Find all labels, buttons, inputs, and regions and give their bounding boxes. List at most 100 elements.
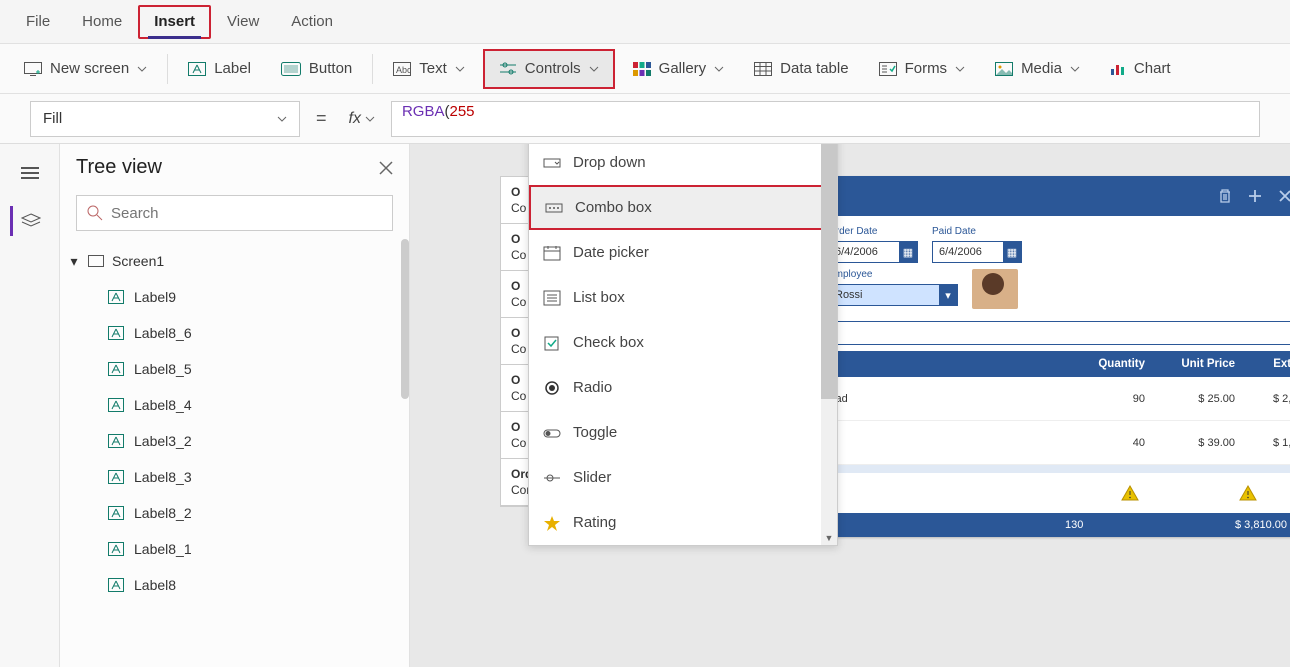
- tree-node-label[interactable]: Label9: [64, 279, 409, 315]
- order-date-picker[interactable]: 6/4/2006 ▦: [828, 241, 918, 263]
- rail-hamburger[interactable]: [10, 158, 50, 188]
- ribbon-data-table-label: Data table: [780, 60, 848, 77]
- scroll-down-icon[interactable]: ▼: [821, 531, 837, 545]
- ribbon-gallery-label: Gallery: [659, 60, 707, 77]
- chevron-down-icon: [714, 64, 724, 74]
- scrollbar[interactable]: ▲ ▼: [821, 144, 837, 545]
- gallery-icon: [633, 62, 651, 76]
- ribbon-label[interactable]: Label: [174, 44, 265, 94]
- ribbon-new-screen[interactable]: New screen: [10, 44, 161, 94]
- controls-menu-slider[interactable]: Slider: [529, 455, 837, 500]
- tree-node-label[interactable]: Label3_2: [64, 423, 409, 459]
- table-icon: [754, 62, 772, 76]
- ribbon-gallery[interactable]: Gallery: [619, 44, 739, 94]
- ribbon-button-label: Button: [309, 60, 352, 77]
- controls-menu-date-picker[interactable]: Date picker: [529, 230, 837, 275]
- ribbon: New screen Label Button Abc Text Control…: [0, 44, 1290, 94]
- canvas[interactable]: OCoOCoOCoOCoOCoOCoOrder 0932Company KNew…: [410, 144, 1290, 667]
- paid-date-picker[interactable]: 6/4/2006 ▦: [932, 241, 1022, 263]
- avatar: [972, 269, 1018, 309]
- svg-text:Abc: Abc: [396, 65, 411, 75]
- ribbon-data-table[interactable]: Data table: [740, 44, 862, 94]
- scrollbar-thumb[interactable]: [821, 144, 837, 399]
- chevron-down-icon: [137, 64, 147, 74]
- property-selector[interactable]: Fill: [30, 101, 300, 137]
- menu-view[interactable]: View: [211, 0, 275, 44]
- col-qty: Quantity: [1065, 358, 1145, 370]
- ribbon-controls[interactable]: Controls: [483, 49, 615, 89]
- chart-icon: [1110, 62, 1126, 76]
- divider: [167, 54, 168, 84]
- search-input[interactable]: [111, 205, 382, 222]
- controls-menu-rating[interactable]: Rating: [529, 500, 837, 545]
- menu-home[interactable]: Home: [66, 0, 138, 44]
- property-name: Fill: [43, 110, 62, 127]
- warning-icon: [1239, 485, 1257, 501]
- ribbon-chart-label: Chart: [1134, 60, 1171, 77]
- ribbon-text-label: Text: [419, 60, 447, 77]
- employee-select[interactable]: Rossi ▾: [828, 284, 958, 306]
- search-icon: [87, 205, 103, 221]
- totals-ext: $ 3,810.00: [1235, 519, 1290, 531]
- tree-title: Tree view: [76, 156, 162, 179]
- cancel-icon[interactable]: [1277, 188, 1290, 204]
- ribbon-forms-label: Forms: [905, 60, 948, 77]
- close-icon[interactable]: [379, 161, 393, 175]
- chevron-down-icon: [455, 64, 465, 74]
- formula-input[interactable]: RGBA(255: [391, 101, 1260, 137]
- button-icon: [281, 62, 301, 76]
- tree-node-label[interactable]: Label8_3: [64, 459, 409, 495]
- ribbon-label-label: Label: [214, 60, 251, 77]
- controls-menu-drop-down[interactable]: Drop down: [529, 144, 837, 185]
- tree-node-label: Screen1: [112, 253, 164, 269]
- tree-node-label[interactable]: Label8_6: [64, 315, 409, 351]
- ribbon-text[interactable]: Abc Text: [379, 44, 479, 94]
- text-icon: Abc: [393, 62, 411, 76]
- ribbon-chart[interactable]: Chart: [1096, 44, 1185, 94]
- menu-bar: File Home Insert View Action: [0, 0, 1290, 44]
- controls-icon: [499, 62, 517, 76]
- forms-icon: [879, 62, 897, 76]
- formula-fn: RGBA: [402, 103, 445, 120]
- left-rail: [0, 144, 60, 667]
- chevron-down-icon: [955, 64, 965, 74]
- controls-menu-combo-box[interactable]: Combo box: [529, 185, 837, 230]
- rail-tree[interactable]: [10, 206, 50, 236]
- tree-node-label[interactable]: Label8_5: [64, 351, 409, 387]
- tree-node-label[interactable]: Label8: [64, 567, 409, 603]
- tree-node-screen[interactable]: ▾ Screen1: [64, 243, 409, 279]
- menu-file[interactable]: File: [10, 0, 66, 44]
- twisty-icon[interactable]: ▾: [68, 253, 80, 270]
- tree-list: ▾ Screen1 Label9Label8_6Label8_5Label8_4…: [60, 239, 409, 667]
- ribbon-media[interactable]: Media: [981, 44, 1094, 94]
- controls-dropdown: ▲ ▼ ButtonDrop downCombo boxDate pickerL…: [528, 144, 838, 546]
- controls-menu-list-box[interactable]: List box: [529, 275, 837, 320]
- order-date-label: Order Date: [828, 226, 918, 237]
- menu-action[interactable]: Action: [275, 0, 349, 44]
- controls-menu-check-box[interactable]: Check box: [529, 320, 837, 365]
- fx-button[interactable]: fx: [343, 110, 381, 128]
- workspace: Tree view ▾ Screen1 Label9Label8_6Label8…: [0, 144, 1290, 667]
- employee-label: Employee: [828, 269, 958, 280]
- calendar-icon: ▦: [1003, 242, 1021, 262]
- menu-insert[interactable]: Insert: [138, 5, 211, 39]
- trash-icon[interactable]: [1217, 188, 1233, 204]
- hamburger-icon: [21, 166, 39, 180]
- tree-header: Tree view: [60, 144, 409, 187]
- tree-node-label[interactable]: Label8_4: [64, 387, 409, 423]
- ribbon-button[interactable]: Button: [267, 44, 366, 94]
- chevron-down-icon: [277, 114, 287, 124]
- scrollbar-thumb[interactable]: [401, 239, 409, 399]
- tree-search[interactable]: [76, 195, 393, 231]
- controls-menu-radio[interactable]: Radio: [529, 365, 837, 410]
- tree-node-label[interactable]: Label8_2: [64, 495, 409, 531]
- media-icon: [995, 62, 1013, 76]
- tree-node-label[interactable]: Label8_1: [64, 531, 409, 567]
- equals-sign: =: [310, 108, 333, 129]
- divider: [372, 54, 373, 84]
- ribbon-forms[interactable]: Forms: [865, 44, 980, 94]
- layers-icon: [21, 213, 41, 229]
- controls-menu-toggle[interactable]: Toggle: [529, 410, 837, 455]
- plus-icon[interactable]: [1247, 188, 1263, 204]
- screen-icon: [88, 255, 104, 267]
